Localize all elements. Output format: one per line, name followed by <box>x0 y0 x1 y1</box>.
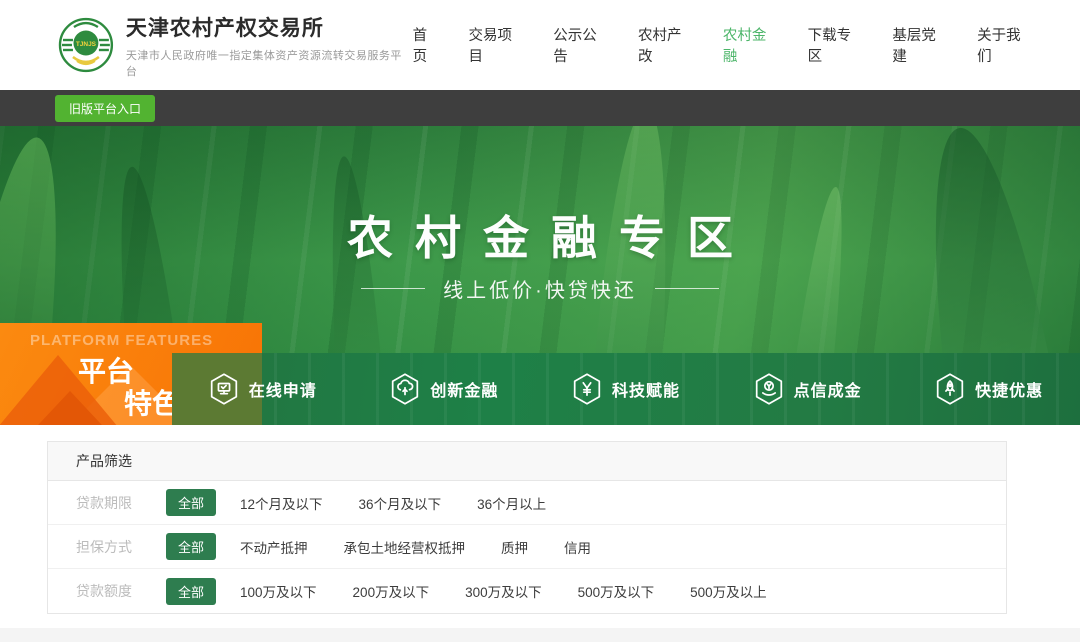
filter-panel-title: 产品筛选 <box>48 442 1006 481</box>
feature-label: 在线申请 <box>249 377 317 401</box>
filter-row-guarantee-type: 担保方式 全部 不动产抵押 承包土地经营权抵押 质押 信用 <box>48 525 1006 569</box>
nav-about-us[interactable]: 关于我们 <box>977 24 1035 66</box>
filter-row-loan-term: 贷款期限 全部 12个月及以下 36个月及以下 36个月以上 <box>48 481 1006 525</box>
filter-all-badge[interactable]: 全部 <box>166 489 216 516</box>
brand[interactable]: TJNJS 天津农村产权交易所 天津市人民政府唯一指定集体资产资源流转交易服务平… <box>58 12 413 79</box>
hero-subtitle: 线上低价·快贷快还 <box>443 274 637 303</box>
nav-party-building[interactable]: 基层党建 <box>892 24 950 66</box>
filter-option[interactable]: 300万及以下 <box>465 581 542 601</box>
divider-line <box>361 288 425 289</box>
divider-line <box>655 288 719 289</box>
nav-public-notices[interactable]: 公示公告 <box>553 24 611 66</box>
yen-tech-icon <box>572 373 602 405</box>
cloud-finance-icon <box>390 373 420 405</box>
secondary-topbar: 旧版平台入口 <box>0 90 1080 126</box>
site-logo-icon: TJNJS <box>58 17 114 73</box>
rocket-discount-icon <box>935 373 965 405</box>
filter-options: 12个月及以下 36个月及以下 36个月以上 <box>240 493 582 513</box>
old-platform-entry-button[interactable]: 旧版平台入口 <box>55 95 155 122</box>
filter-option[interactable]: 质押 <box>501 537 528 557</box>
svg-text:TJNJS: TJNJS <box>76 41 97 48</box>
filter-option[interactable]: 信用 <box>564 537 591 557</box>
filter-option[interactable]: 200万及以下 <box>353 581 430 601</box>
feature-fast-discount[interactable]: 快捷优惠 <box>898 353 1080 425</box>
filter-option[interactable]: 500万及以下 <box>578 581 655 601</box>
site-title: 天津农村产权交易所 <box>126 12 413 42</box>
nav-trade-projects[interactable]: 交易项目 <box>468 24 526 66</box>
footer-strip <box>0 628 1080 642</box>
filter-options: 100万及以下 200万及以下 300万及以下 500万及以下 500万及以上 <box>240 581 803 601</box>
feature-label: 点信成金 <box>794 377 862 401</box>
site-header: TJNJS 天津农村产权交易所 天津市人民政府唯一指定集体资产资源流转交易服务平… <box>0 0 1080 90</box>
filter-option[interactable]: 36个月及以下 <box>359 493 442 513</box>
feature-credit-to-gold[interactable]: 点信成金 <box>717 353 899 425</box>
filter-option[interactable]: 100万及以下 <box>240 581 317 601</box>
hero-subtitle-row: 线上低价·快贷快还 <box>0 274 1080 303</box>
filter-all-badge[interactable]: 全部 <box>166 533 216 560</box>
nav-home[interactable]: 首页 <box>413 24 442 66</box>
filter-row-loan-amount: 贷款额度 全部 100万及以下 200万及以下 300万及以下 500万及以下 … <box>48 569 1006 613</box>
feature-label: 创新金融 <box>430 377 498 401</box>
nav-downloads[interactable]: 下载专区 <box>808 24 866 66</box>
nav-rural-reform[interactable]: 农村产改 <box>638 24 696 66</box>
feature-online-apply[interactable]: 在线申请 <box>172 353 354 425</box>
feature-label: 科技赋能 <box>612 377 680 401</box>
brand-text: 天津农村产权交易所 天津市人民政府唯一指定集体资产资源流转交易服务平台 <box>126 12 413 79</box>
monitor-apply-icon <box>209 373 239 405</box>
coin-credit-icon <box>754 373 784 405</box>
site-subtitle: 天津市人民政府唯一指定集体资产资源流转交易服务平台 <box>126 47 413 79</box>
filter-label: 贷款期限 <box>76 493 148 513</box>
platform-features-en-label: PLATFORM FEATURES <box>30 332 213 349</box>
filter-option[interactable]: 12个月及以下 <box>240 493 323 513</box>
hero-banner: 农村金融专区 线上低价·快贷快还 PLATFORM FEATURES 平台 特色 <box>0 126 1080 425</box>
page: TJNJS 天津农村产权交易所 天津市人民政府唯一指定集体资产资源流转交易服务平… <box>0 0 1080 642</box>
filter-option[interactable]: 承包土地经营权抵押 <box>344 537 466 557</box>
nav-rural-finance[interactable]: 农村金融 <box>723 24 781 66</box>
filter-option[interactable]: 不动产抵押 <box>240 537 308 557</box>
filter-label: 贷款额度 <box>76 581 148 601</box>
feature-label: 快捷优惠 <box>975 377 1043 401</box>
feature-innovative-finance[interactable]: 创新金融 <box>354 353 536 425</box>
hero-title: 农村金融专区 <box>0 202 1080 268</box>
filter-option[interactable]: 500万及以上 <box>690 581 767 601</box>
feature-bar: 在线申请 创新金融 科技赋能 <box>172 353 1080 425</box>
filter-options: 不动产抵押 承包土地经营权抵押 质押 信用 <box>240 537 627 557</box>
feature-tech-empowerment[interactable]: 科技赋能 <box>535 353 717 425</box>
filter-label: 担保方式 <box>76 537 148 557</box>
main-content: 产品筛选 贷款期限 全部 12个月及以下 36个月及以下 36个月以上 担保方式… <box>0 425 1080 614</box>
product-filter-panel: 产品筛选 贷款期限 全部 12个月及以下 36个月及以下 36个月以上 担保方式… <box>47 441 1007 614</box>
filter-option[interactable]: 36个月以上 <box>477 493 546 513</box>
main-nav: 首页 交易项目 公示公告 农村产改 农村金融 下载专区 基层党建 关于我们 <box>413 24 1035 66</box>
mountain-decoration <box>10 391 130 425</box>
filter-all-badge[interactable]: 全部 <box>166 578 216 605</box>
